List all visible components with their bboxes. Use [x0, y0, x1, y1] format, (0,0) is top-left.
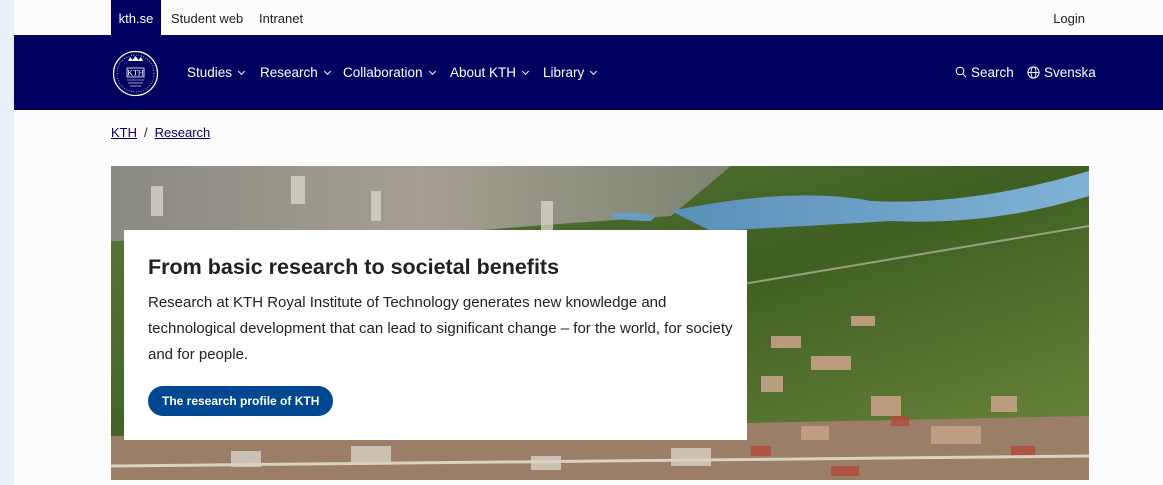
chevron-down-icon — [237, 67, 246, 76]
kth-se-link[interactable]: kth.se — [111, 0, 161, 35]
nav-item-label: Studies — [187, 65, 233, 80]
breadcrumb: KTH / Research — [111, 125, 210, 140]
chevron-down-icon — [323, 67, 331, 76]
chevron-down-icon — [521, 67, 530, 76]
search-button[interactable]: Search — [955, 35, 1014, 110]
student-web-link[interactable]: Student web — [171, 0, 243, 35]
search-label: Search — [971, 65, 1014, 80]
top-utility-bar: kth.se Student web Intranet Login — [14, 0, 1163, 35]
breadcrumb-home-link[interactable]: KTH — [111, 125, 137, 140]
chevron-down-icon — [428, 67, 436, 76]
research-profile-button[interactable]: The research profile of KTH — [148, 386, 334, 416]
login-link[interactable]: Login — [1053, 0, 1085, 35]
language-label: Svenska — [1044, 65, 1096, 80]
nav-item-about-kth[interactable]: About KTH — [450, 35, 530, 110]
nav-item-library[interactable]: Library — [543, 35, 598, 110]
breadcrumb-separator: / — [144, 125, 148, 140]
kth-crest-logo[interactable]: KTH — [112, 50, 159, 97]
chevron-down-icon — [590, 67, 598, 76]
language-switch[interactable]: Svenska — [1027, 35, 1096, 110]
nav-item-collaboration[interactable]: Collaboration — [343, 35, 436, 110]
page: kth.se Student web Intranet Login KTH St… — [14, 0, 1163, 485]
nav-item-label: Collaboration — [343, 65, 423, 80]
breadcrumb-current-link[interactable]: Research — [155, 125, 211, 140]
nav-item-label: Library — [543, 65, 585, 80]
main-navigation: KTH Studies Research Collaboration About… — [14, 35, 1163, 110]
search-icon — [955, 65, 971, 80]
intranet-link[interactable]: Intranet — [259, 0, 303, 35]
hero-card: From basic research to societal benefits… — [124, 230, 747, 440]
hero-text: Research at KTH Royal Institute of Techn… — [148, 294, 733, 363]
svg-text:KTH: KTH — [127, 69, 144, 78]
nav-item-research[interactable]: Research — [260, 35, 331, 110]
nav-item-studies[interactable]: Studies — [187, 35, 246, 110]
nav-item-label: About KTH — [450, 65, 517, 80]
nav-item-label: Research — [260, 65, 318, 80]
hero-title: From basic research to societal benefits — [148, 255, 560, 279]
globe-icon — [1027, 65, 1044, 80]
